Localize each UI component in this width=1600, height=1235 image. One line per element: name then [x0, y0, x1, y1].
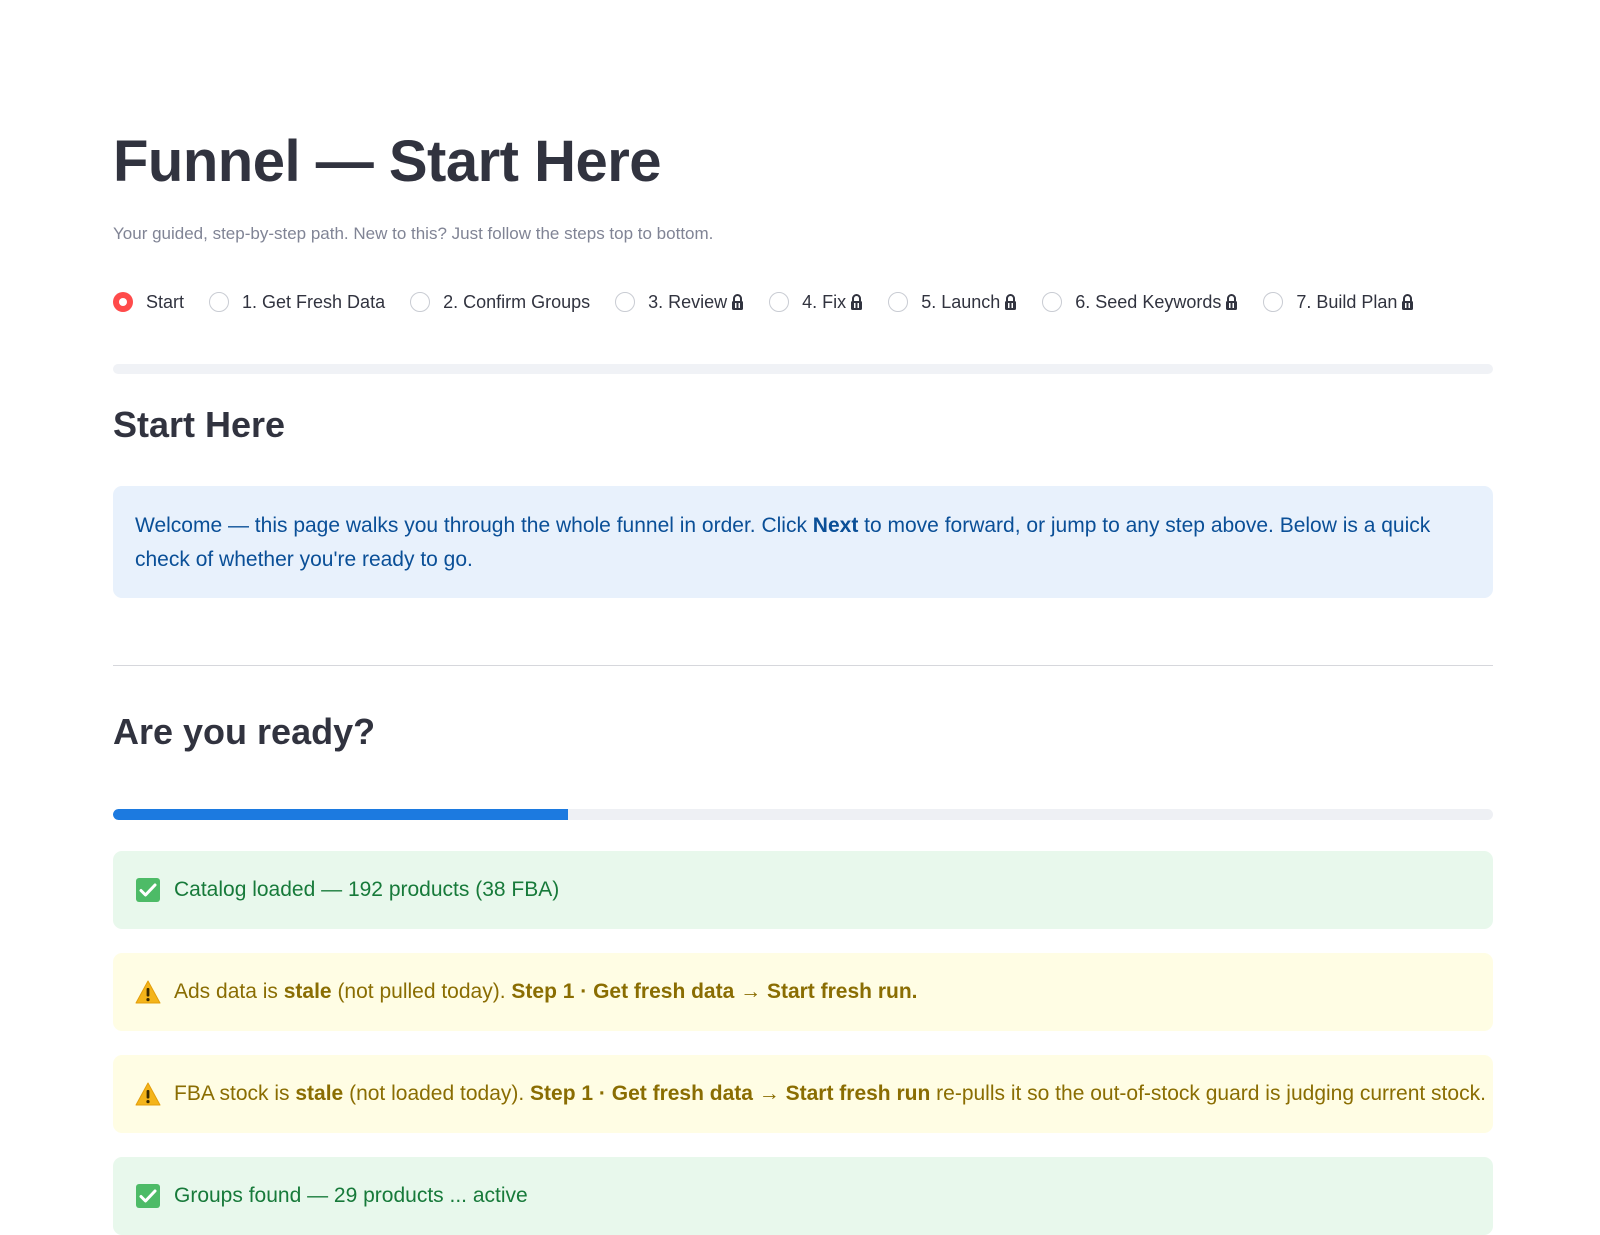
readiness-check-warning: Ads data is stale (not pulled today). St…	[113, 953, 1493, 1031]
step-option-1[interactable]: 1. Get Fresh Data	[209, 292, 385, 313]
lock-icon	[1005, 294, 1017, 310]
step-option-5[interactable]: 5. Launch	[888, 292, 1017, 313]
check-text: FBA stock is stale (not loaded today). S…	[174, 1082, 1486, 1106]
check-text-part: stale	[295, 1082, 344, 1105]
readiness-progress-bar	[113, 809, 1493, 820]
step-label: 1. Get Fresh Data	[242, 291, 386, 312]
step-label: 2. Confirm Groups	[443, 291, 591, 312]
check-text: Ads data is stale (not pulled today). St…	[174, 980, 917, 1004]
page-title: Funnel — Start Here	[113, 129, 662, 194]
info-text-before: Welcome — this page walks you through th…	[135, 514, 813, 537]
step-label: 4. Fix	[802, 291, 847, 312]
section-heading-start: Start Here	[113, 404, 286, 445]
step-option-7[interactable]: 7. Build Plan	[1263, 292, 1414, 313]
info-alert: Welcome — this page walks you through th…	[113, 486, 1493, 598]
lock-icon	[1226, 294, 1238, 310]
divider	[113, 665, 1493, 666]
radio-circle[interactable]	[1263, 292, 1284, 312]
page-caption: Your guided, step-by-step path. New to t…	[113, 224, 714, 243]
step-label: Start	[146, 291, 185, 312]
radio-circle[interactable]	[888, 292, 909, 312]
step-track-bar	[113, 364, 1493, 374]
step-option-2[interactable]: 2. Confirm Groups	[410, 292, 590, 313]
step-label: 6. Seed Keywords	[1075, 291, 1222, 312]
readiness-check-success: Groups found — 29 products ... active	[113, 1157, 1493, 1235]
check-text-part: Ads data is	[174, 980, 284, 1003]
check-text: Catalog loaded — 192 products (38 FBA)	[174, 878, 559, 902]
info-text-next: Next	[812, 514, 859, 537]
check-text-part: (not loaded today).	[343, 1082, 531, 1105]
radio-circle[interactable]	[615, 292, 636, 312]
lock-icon	[732, 294, 744, 310]
step-option-3[interactable]: 3. Review	[615, 292, 744, 313]
warning-icon	[135, 1082, 161, 1106]
check-text-part: Catalog loaded — 192 products (38 FBA)	[174, 878, 560, 901]
step-label: 5. Launch	[921, 291, 1001, 312]
check-text-part: re-pulls it so the out-of-stock guard is…	[930, 1082, 1486, 1105]
check-text-part: Step 1 · Get fresh data → Start fresh ru…	[530, 1082, 931, 1105]
check-box-icon	[136, 1184, 160, 1208]
check-text-part: Groups found — 29 products ... active	[174, 1184, 528, 1207]
readiness-check-success: Catalog loaded — 192 products (38 FBA)	[113, 851, 1493, 929]
readiness-check-warning: FBA stock is stale (not loaded today). S…	[113, 1055, 1493, 1133]
warning-icon	[135, 980, 161, 1004]
radio-circle[interactable]	[113, 292, 133, 312]
check-text-part: stale	[283, 980, 332, 1003]
step-label: 7. Build Plan	[1296, 291, 1398, 312]
check-box-icon	[136, 878, 160, 902]
lock-icon	[851, 294, 863, 310]
lock-icon	[1402, 294, 1414, 310]
radio-circle[interactable]	[1042, 292, 1063, 312]
radio-circle[interactable]	[410, 292, 431, 312]
radio-circle[interactable]	[209, 292, 230, 312]
step-radio-group: Start 1. Get Fresh Data 2. Confirm Groups 3…	[113, 288, 1439, 316]
readiness-progress-fill	[113, 809, 569, 820]
radio-circle[interactable]	[769, 292, 790, 312]
step-option-6[interactable]: 6. Seed Keywords	[1042, 292, 1238, 313]
check-text-part: FBA stock is	[174, 1082, 296, 1105]
step-option-4[interactable]: 4. Fix	[769, 292, 863, 313]
check-text: Groups found — 29 products ... active	[174, 1184, 528, 1208]
section-heading-ready: Are you ready?	[113, 711, 376, 752]
check-text-part: (not pulled today).	[331, 980, 512, 1003]
step-option-0[interactable]: Start	[113, 292, 184, 313]
check-text-part: Step 1 · Get fresh data → Start fresh ru…	[511, 980, 918, 1003]
step-label: 3. Review	[648, 291, 728, 312]
